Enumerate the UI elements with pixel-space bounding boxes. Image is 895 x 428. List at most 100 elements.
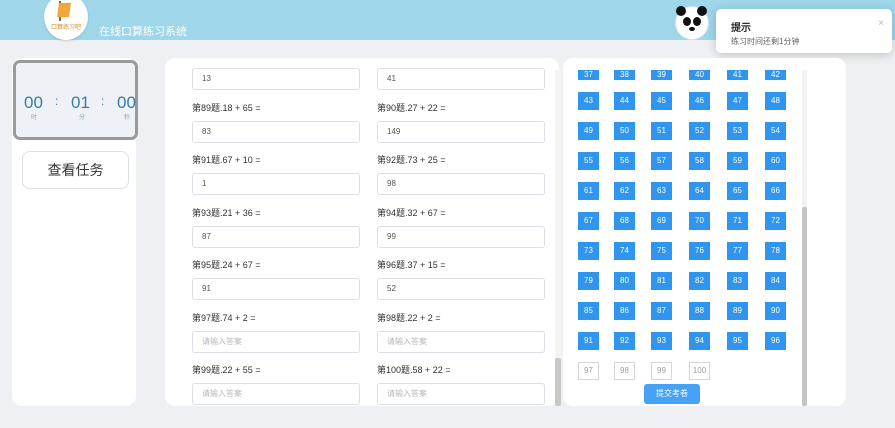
answer-sheet-cell[interactable]: 89	[727, 302, 748, 320]
answer-input[interactable]: 请输入答案	[192, 330, 360, 353]
answer-sheet-cell[interactable]: 64	[689, 182, 710, 200]
answer-input[interactable]: 87	[192, 225, 360, 248]
answer-sheet-cell[interactable]: 78	[765, 242, 786, 260]
answer-sheet-cell[interactable]: 51	[651, 122, 672, 140]
answer-sheet-cell[interactable]: 46	[689, 92, 710, 110]
question-scrollbar[interactable]	[555, 70, 561, 406]
answer-sheet-cell[interactable]: 72	[765, 212, 786, 230]
answer-sheet-cell[interactable]: 52	[689, 122, 710, 140]
answer-sheet-cell[interactable]: 86	[614, 302, 635, 320]
answer-sheet-cell[interactable]: 55	[578, 152, 599, 170]
answer-sheet-cell[interactable]: 94	[689, 332, 710, 350]
answer-input[interactable]: 91	[192, 278, 360, 300]
answer-input[interactable]: 52	[377, 278, 545, 300]
answer-sheet-cell[interactable]: 37	[578, 70, 599, 80]
answer-sheet-cell[interactable]: 90	[765, 302, 786, 320]
answer-sheet-cell[interactable]: 79	[578, 272, 599, 290]
answer-sheet-cell[interactable]: 67	[578, 212, 599, 230]
answer-sheet-cell[interactable]: 60	[765, 152, 786, 170]
answer-input[interactable]: 41	[377, 68, 545, 90]
answer-input[interactable]: 83	[192, 120, 360, 143]
answer-sheet-cell[interactable]: 76	[689, 242, 710, 260]
answer-sheet-cell[interactable]: 96	[765, 332, 786, 350]
answer-sheet-cell[interactable]: 41	[727, 70, 748, 80]
answer-sheet-cell[interactable]: 54	[765, 122, 786, 140]
answer-sheet-cell[interactable]: 70	[689, 212, 710, 230]
answer-sheet-cell[interactable]: 42	[765, 70, 786, 80]
answer-sheet-cell[interactable]: 59	[727, 152, 748, 170]
answer-sheet-cell[interactable]: 82	[689, 272, 710, 290]
answer-sheet-cell[interactable]: 91	[578, 332, 599, 350]
answer-sheet-cell[interactable]: 66	[765, 182, 786, 200]
answer-sheet-cell[interactable]: 38	[614, 70, 635, 80]
answer-sheet-cell[interactable]: 43	[578, 92, 599, 110]
answer-sheet-cell[interactable]: 40	[689, 70, 710, 80]
question-label: 第90题.27 + 22 =	[377, 102, 446, 113]
answer-sheet-cell[interactable]: 88	[689, 302, 710, 320]
answer-sheet-cell[interactable]: 95	[727, 332, 748, 350]
answer-sheet-cell[interactable]: 61	[578, 182, 599, 200]
answer-sheet-cell[interactable]: 77	[727, 242, 748, 260]
question-label: 第93题.21 + 36 =	[192, 207, 261, 218]
timer-unit-minutes: 分	[79, 115, 86, 121]
question-label: 第97题.74 + 2 =	[192, 312, 256, 323]
answer-sheet-cell[interactable]: 65	[727, 182, 748, 200]
answer-sheet-cell[interactable]: 93	[651, 332, 672, 350]
answer-sheet-cell[interactable]: 50	[614, 122, 635, 140]
answer-sheet-cell[interactable]: 39	[651, 70, 672, 80]
answer-sheet-cell[interactable]: 63	[651, 182, 672, 200]
answer-sheet-cell[interactable]: 80	[614, 272, 635, 290]
question-label: 第92题.73 + 25 =	[377, 155, 446, 165]
question-label: 第96题.37 + 15 =	[377, 260, 446, 270]
answer-sheet-cell[interactable]: 92	[614, 332, 635, 350]
answer-sheet-cell[interactable]: 74	[614, 242, 635, 260]
answer-sheet-cell[interactable]: 81	[651, 272, 672, 290]
notification-toast: 提示 练习时间还剩1分钟 ×	[716, 9, 892, 53]
timer-hours: 00	[24, 93, 43, 112]
app-title: 在线口算练习系统	[99, 26, 187, 38]
answer-sheet-cell[interactable]: 68	[614, 212, 635, 230]
answer-sheet-scrollbar-thumb[interactable]	[802, 207, 807, 406]
answer-sheet-cell[interactable]: 45	[651, 92, 672, 110]
notification-title: 提示	[731, 23, 751, 34]
question-label: 第99题.22 + 55 =	[192, 365, 261, 375]
answer-sheet-cell[interactable]: 87	[651, 302, 672, 320]
answer-sheet-cell[interactable]: 98	[614, 362, 635, 380]
close-icon[interactable]: ×	[878, 18, 884, 29]
question-label: 第89题.18 + 65 =	[192, 102, 261, 113]
answer-sheet-cell[interactable]: 71	[727, 212, 748, 230]
answer-sheet-cell[interactable]: 83	[727, 272, 748, 290]
timer-unit-hours: 时	[31, 115, 38, 121]
answer-sheet-cell[interactable]: 53	[727, 122, 748, 140]
answer-sheet-cell[interactable]: 97	[578, 362, 599, 380]
answer-input[interactable]: 1	[192, 173, 360, 195]
answer-sheet-cell[interactable]: 58	[689, 152, 710, 170]
answer-input[interactable]: 99	[377, 225, 545, 248]
answer-input[interactable]: 98	[377, 173, 545, 195]
view-task-button[interactable]: 查看任务	[22, 151, 129, 189]
answer-sheet-cell[interactable]: 99	[651, 362, 672, 380]
answer-sheet-cell[interactable]: 44	[614, 92, 635, 110]
answer-sheet-cell[interactable]: 100	[689, 362, 710, 380]
answer-sheet-cell[interactable]: 73	[578, 242, 599, 260]
answer-sheet-cell[interactable]: 49	[578, 122, 599, 140]
user-avatar[interactable]	[675, 6, 709, 40]
answer-sheet-cell[interactable]: 56	[614, 152, 635, 170]
timer-unit-seconds: 秒	[124, 115, 131, 121]
answer-input[interactable]: 请输入答案	[377, 330, 545, 353]
question-label: 第98题.22 + 2 =	[377, 312, 441, 323]
answer-sheet-cell[interactable]: 57	[651, 152, 672, 170]
answer-sheet-cell[interactable]: 48	[765, 92, 786, 110]
answer-input[interactable]: 149	[377, 120, 545, 143]
submit-exam-button[interactable]: 提交考卷	[644, 384, 700, 404]
answer-input[interactable]: 13	[192, 68, 360, 90]
answer-sheet-cell[interactable]: 75	[651, 242, 672, 260]
answer-sheet-cell[interactable]: 85	[578, 302, 599, 320]
answer-sheet-cell[interactable]: 84	[765, 272, 786, 290]
answer-input[interactable]: 请输入答案	[377, 383, 545, 405]
answer-sheet-cell[interactable]: 69	[651, 212, 672, 230]
answer-sheet-cell[interactable]: 47	[727, 92, 748, 110]
question-scrollbar-thumb[interactable]	[555, 358, 561, 406]
answer-input[interactable]: 请输入答案	[192, 383, 360, 405]
answer-sheet-cell[interactable]: 62	[614, 182, 635, 200]
